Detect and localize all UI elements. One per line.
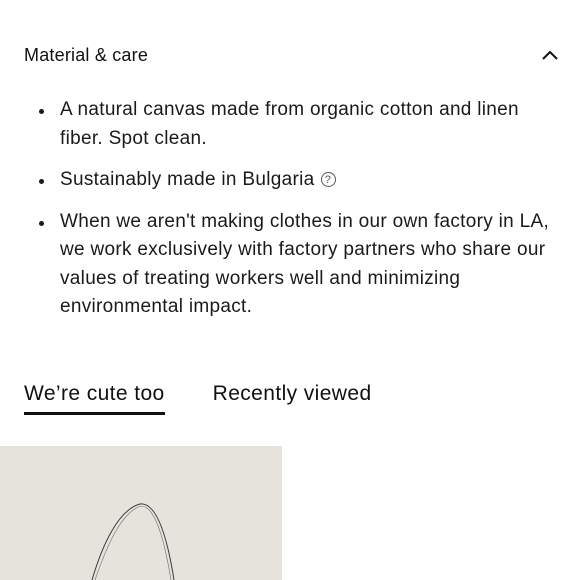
list-item: When we aren't making clothes in our own… — [24, 208, 564, 322]
product-image[interactable] — [0, 446, 282, 580]
list-item: Sustainably made in Bulgaria? — [24, 166, 564, 195]
care-details-list: A natural canvas made from organic cotto… — [24, 96, 564, 335]
chevron-up-icon[interactable] — [540, 45, 560, 65]
tab-recently-viewed[interactable]: Recently viewed — [213, 382, 372, 415]
care-item-text: When we aren't making clothes in our own… — [60, 210, 550, 318]
material-care-accordion-header[interactable]: Material & care — [24, 40, 560, 70]
care-item-text: A natural canvas made from organic cotto… — [60, 99, 519, 149]
list-item: A natural canvas made from organic cotto… — [24, 96, 564, 153]
product-silhouette — [91, 503, 175, 580]
tab-were-cute-too[interactable]: We’re cute too — [24, 382, 165, 415]
recommendation-tabs: We’re cute too Recently viewed — [24, 382, 372, 415]
question-circle-icon[interactable]: ? — [320, 172, 336, 187]
care-item-text: Sustainably made in Bulgaria — [60, 169, 315, 190]
accordion-title: Material & care — [24, 44, 149, 65]
